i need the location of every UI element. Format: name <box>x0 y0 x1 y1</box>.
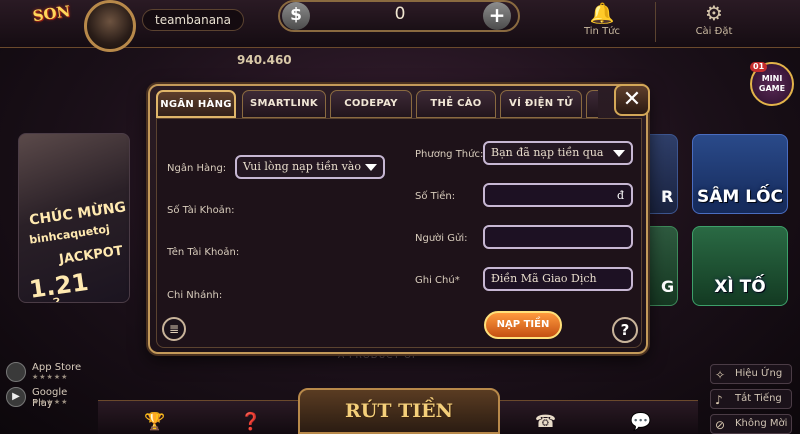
jackpot-line-4: 1.21 TỶ <box>27 267 91 303</box>
jackpot-line-1: CHÚC MỪNG <box>28 199 127 229</box>
payment-tabs: NGÂN HÀNG SMARTLINK CODEPAY THẺ CÀO VÍ Đ… <box>156 90 598 118</box>
tab-vi-dien-tu[interactable]: VÍ ĐIỆN TỬ <box>500 90 582 118</box>
settings-button[interactable]: ⚙ Cài Đặt <box>672 0 756 44</box>
coin-balance-value: 0 <box>394 4 406 24</box>
notepad-icon[interactable]: ≣ <box>162 317 186 341</box>
trophy-icon[interactable]: 🏆 <box>144 412 165 432</box>
sender-field[interactable] <box>483 225 633 249</box>
add-coin-button[interactable]: + <box>483 2 511 30</box>
game-tile-sam-loc-label: SÂM LỐC <box>697 187 783 207</box>
note-label: Ghi Chú* <box>415 275 460 286</box>
news-button[interactable]: 🔔 Tin Tức <box>560 0 644 44</box>
currency-unit: đ <box>616 189 624 202</box>
effects-toggle[interactable]: ✧ Hiệu Ứng <box>710 364 792 384</box>
help-card-icon[interactable]: ❓ <box>240 412 261 432</box>
amount-field[interactable]: đ <box>483 183 633 207</box>
modal-body: Ngân Hàng: Vui lòng nạp tiền vào Số Tài … <box>156 118 642 348</box>
app-store-link[interactable]: App Store ★★★★★ <box>6 362 86 384</box>
google-play-rating: ★★★★★ <box>32 398 69 406</box>
google-play-link[interactable]: ▶ Google Play ★★★★★ <box>6 387 86 409</box>
no-invite-label: Không Mời <box>735 418 788 429</box>
jackpot-banner[interactable]: CHÚC MỪNG binhcaquetoj JACKPOT 1.21 TỶ <box>18 133 130 303</box>
chat-icon[interactable]: 💬 <box>630 412 651 432</box>
mini-game-count: 01 <box>750 62 768 72</box>
transaction-code-field[interactable]: Điền Mã Giao Dịch <box>483 267 633 291</box>
mini-game-label-1: MINI <box>761 74 783 83</box>
settings-label: Cài Đặt <box>695 26 733 37</box>
bell-icon: 🔔 <box>589 1 615 25</box>
effects-label: Hiệu Ứng <box>735 368 783 379</box>
method-select[interactable]: Bạn đã nạp tiền qua <box>483 141 633 165</box>
account-name-label: Tên Tài Khoản: <box>167 247 240 258</box>
mute-toggle[interactable]: ♪ Tắt Tiếng <box>710 389 792 409</box>
dollar-icon[interactable]: $ <box>282 2 310 30</box>
transaction-code-placeholder: Điền Mã Giao Dịch <box>491 272 597 285</box>
tab-codepay[interactable]: CODEPAY <box>330 90 412 118</box>
withdraw-button[interactable]: RÚT TIỀN <box>298 388 500 434</box>
game-tile-xi-to[interactable]: XÌ TỐ <box>692 226 788 306</box>
speaker-icon: ♪ <box>715 393 723 407</box>
apple-icon <box>6 362 26 382</box>
no-invite-icon: ⊘ <box>715 418 726 432</box>
app-store-rating: ★★★★★ <box>32 373 69 381</box>
bank-select-value: Vui lòng nạp tiền vào <box>243 160 361 173</box>
deposit-modal: NGÂN HÀNG SMARTLINK CODEPAY THẺ CÀO VÍ Đ… <box>148 84 650 354</box>
method-select-value: Bạn đã nạp tiền qua <box>491 146 604 159</box>
game-tile-partial-2-label: G <box>661 277 675 296</box>
gear-icon: ⚙ <box>705 1 723 25</box>
method-label: Phương Thức: <box>415 149 484 160</box>
avatar[interactable] <box>84 0 136 52</box>
news-label: Tin Tức <box>583 26 621 37</box>
play-icon: ▶ <box>6 387 26 407</box>
phone-icon[interactable]: ☎ <box>535 412 556 432</box>
close-icon[interactable]: ✕ <box>614 84 650 116</box>
tab-the-cao[interactable]: THẺ CÀO <box>416 90 496 118</box>
balance-sub-value: 940.460 <box>237 53 292 67</box>
tab-ngan-hang[interactable]: NGÂN HÀNG <box>156 90 236 118</box>
deposit-submit-button[interactable]: NẠP TIỀN <box>484 311 562 339</box>
bank-select[interactable]: Vui lòng nạp tiền vào <box>235 155 385 179</box>
top-bar: SON teambanana $ 0 + 🔔 Tin Tức ⚙ Cài Đặt <box>0 0 800 52</box>
chevron-down-icon <box>613 150 625 157</box>
bank-label: Ngân Hàng: <box>167 163 227 174</box>
branch-label: Chi Nhánh: <box>167 290 223 301</box>
amount-label: Số Tiền: <box>415 191 456 202</box>
divider <box>655 2 656 42</box>
mini-game-label-2: GAME <box>758 84 786 93</box>
no-invite-toggle[interactable]: ⊘ Không Mời <box>710 414 792 434</box>
tab-more[interactable] <box>586 90 598 118</box>
game-tile-sam-loc[interactable]: SÂM LỐC <box>692 134 788 214</box>
chevron-down-icon <box>365 164 377 171</box>
game-tile-xi-to-label: XÌ TỐ <box>714 277 766 297</box>
sparkle-icon: ✧ <box>715 368 726 382</box>
username-display: teambanana <box>142 9 244 31</box>
brand-logo: SON <box>31 2 72 26</box>
mini-game-button[interactable]: 01 MINI GAME <box>750 62 794 106</box>
account-number-label: Số Tài Khoản: <box>167 205 235 216</box>
sender-label: Người Gửi: <box>415 233 468 244</box>
game-tile-partial-1-label: R <box>661 187 674 206</box>
mute-label: Tắt Tiếng <box>735 393 782 404</box>
app-store-label: App Store <box>32 362 82 373</box>
help-icon[interactable]: ? <box>612 317 638 343</box>
tab-smartlink[interactable]: SMARTLINK <box>242 90 326 118</box>
